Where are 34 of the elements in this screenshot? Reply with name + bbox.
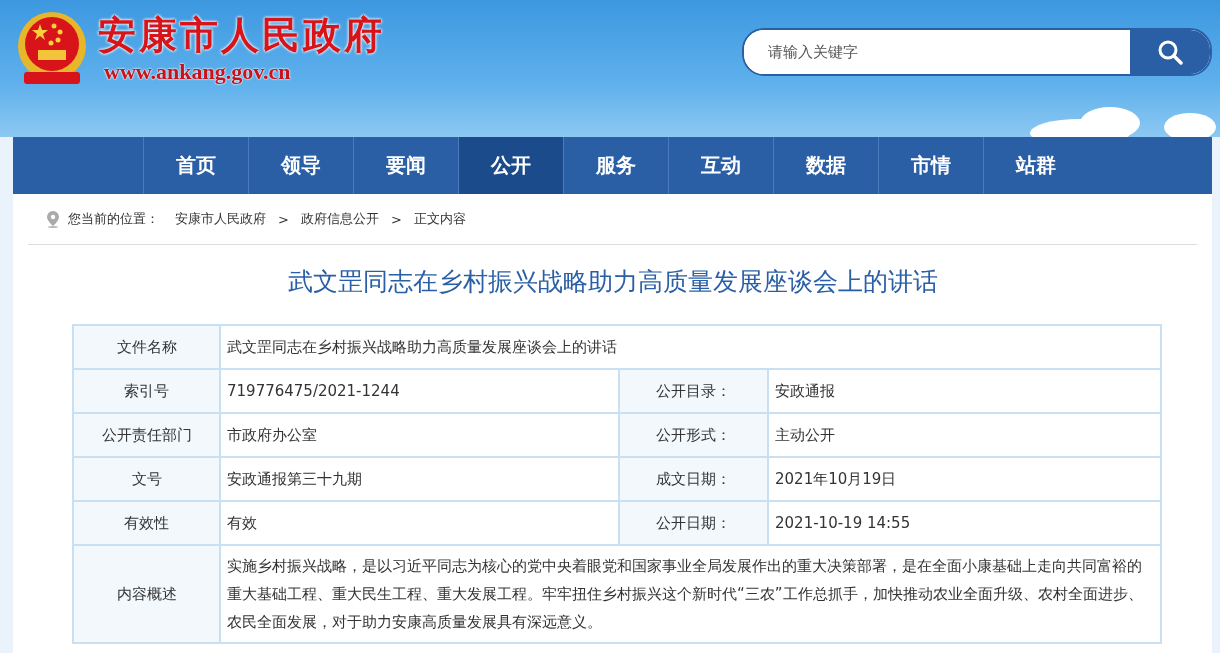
site-title: 安康市人民政府 (98, 11, 385, 59)
site-url: www.ankang.gov.cn (104, 59, 292, 85)
field-value: 2021-10-19 14:55 (768, 501, 1161, 545)
field-value: 安政通报 (768, 369, 1161, 413)
breadcrumb-separator: > (390, 211, 402, 227)
field-label: 文号 (73, 457, 220, 501)
breadcrumb-link[interactable]: 安康市人民政府 (175, 210, 266, 228)
field-label: 索引号 (73, 369, 220, 413)
field-value: 主动公开 (768, 413, 1161, 457)
field-value: 武文罡同志在乡村振兴战略助力高质量发展座谈会上的讲话 (220, 325, 1161, 369)
search-icon (1157, 39, 1183, 65)
field-value: 实施乡村振兴战略，是以习近平同志为核心的党中央着眼党和国家事业全局发展作出的重大决策部署，是在全面小康基础上走向共同富裕的重大基础工程、重大民生工程、重大发展工程。牢牢扭住乡村振兴这个新时代“三农”工作总抓手，加快推动农业全面升级、农村全面进步、农民全面发展，对于助力安康高质量发展具有深远意义。 (220, 545, 1161, 643)
field-label: 公开形式： (619, 413, 768, 457)
search-bar[interactable]: 请输入关键字 (742, 28, 1212, 76)
field-label: 公开日期： (619, 501, 768, 545)
field-label: 有效性 (73, 501, 220, 545)
field-value: 市政府办公室 (220, 413, 619, 457)
breadcrumb-link[interactable]: 政府信息公开 (300, 210, 379, 228)
field-label: 文件名称 (73, 325, 220, 369)
breadcrumb-label: 您当前的位置： (68, 210, 159, 228)
breadcrumb-separator: > (278, 211, 289, 227)
field-value: 2021年10月19日 (768, 457, 1161, 501)
field-label: 内容概述 (73, 545, 220, 643)
field-value: 有效 (220, 501, 619, 545)
article-title: 武文罡同志在乡村振兴战略助力高质量发展座谈会上的讲话 (286, 266, 939, 298)
nav-tab[interactable]: 公开 (458, 137, 563, 194)
field-value: 719776475/2021-1244 (220, 369, 619, 413)
field-value: 安政通报第三十九期 (220, 457, 619, 501)
search-button[interactable] (1130, 30, 1210, 74)
field-label: 公开责任部门 (73, 413, 220, 457)
location-pin-icon (46, 210, 60, 228)
breadcrumb-link[interactable]: 正文内容 (413, 210, 466, 228)
field-label: 成文日期： (619, 457, 768, 501)
field-label: 公开目录： (619, 369, 768, 413)
